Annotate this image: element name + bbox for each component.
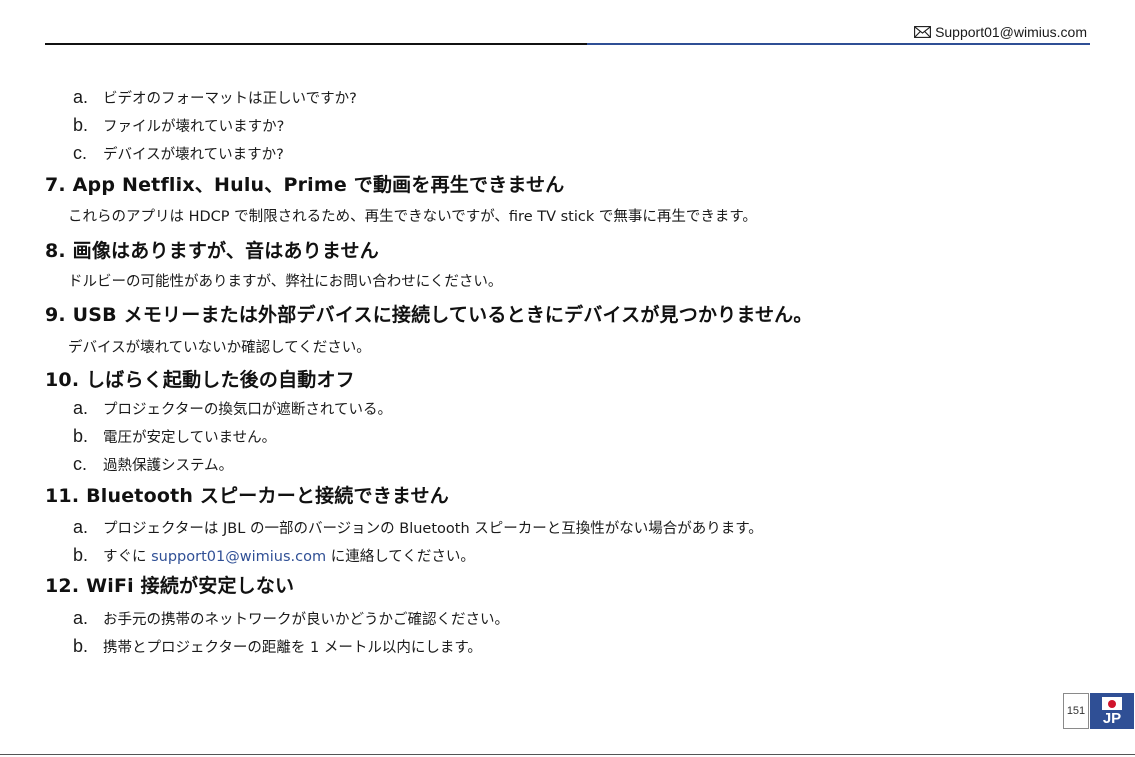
- envelope-icon: [914, 26, 932, 38]
- item-letter: b.: [73, 115, 89, 135]
- section-text-8: ドルビーの可能性がありますが、弊社にお問い合わせにください。: [68, 274, 503, 290]
- item-letter: a.: [73, 517, 89, 537]
- item-text-post: に連絡してください。: [326, 549, 475, 565]
- language-code: JP: [1102, 710, 1122, 727]
- item-letter: c.: [73, 454, 88, 474]
- list-item: c. 過熱保護システム。: [73, 454, 233, 475]
- item-letter: a.: [73, 398, 89, 418]
- list-item: a. プロジェクターは JBL の一部のバージョンの Bluetooth スピー…: [73, 517, 763, 538]
- item-text: ファイルが壊れていますか?: [103, 119, 285, 135]
- item-text: 過熱保護システム。: [103, 458, 234, 474]
- list-item: b. 電圧が安定していません。: [73, 426, 276, 447]
- item-letter: b.: [73, 426, 89, 446]
- section-heading-9: 9. USB メモリーまたは外部デバイスに接続しているときにデバイスが見つかりま…: [45, 304, 813, 326]
- language-badge: JP: [1090, 693, 1134, 729]
- list-item: b. ファイルが壊れていますか?: [73, 115, 284, 136]
- bottom-rule: [0, 754, 1135, 755]
- section-text-9: デバイスが壊れていないか確認してください。: [68, 340, 371, 356]
- item-text: プロジェクターの換気口が遮断されている。: [103, 402, 392, 418]
- section-heading-11: 11. Bluetooth スピーカーと接続できません: [45, 485, 449, 507]
- item-text: 携帯とプロジェクターの距離を 1 メートル以内にします。: [103, 640, 482, 656]
- support-email-text: Support01@wimius.com: [935, 24, 1087, 40]
- item-letter: a.: [73, 87, 89, 107]
- item-letter: b.: [73, 545, 89, 565]
- page-number: 151: [1063, 693, 1089, 729]
- section-heading-8: 8. 画像はありますが、音はありません: [45, 240, 379, 262]
- section-heading-10: 10. しばらく起動した後の自動オフ: [45, 369, 355, 391]
- item-text: デバイスが壊れていますか?: [103, 147, 284, 163]
- section-text-7: これらのアプリは HDCP で制限されるため、再生できないですが、fire TV…: [68, 209, 757, 225]
- item-letter: c.: [73, 143, 88, 163]
- item-letter: b.: [73, 636, 89, 656]
- header-rule-dark: [45, 43, 587, 45]
- list-item: b. 携帯とプロジェクターの距離を 1 メートル以内にします。: [73, 636, 482, 657]
- item-letter: a.: [73, 608, 89, 628]
- japan-flag-icon: [1102, 697, 1122, 710]
- list-item: c. デバイスが壊れていますか?: [73, 143, 284, 164]
- item-text: 電圧が安定していません。: [103, 430, 277, 446]
- list-item: b. すぐに support01@wimius.com に連絡してください。: [73, 545, 475, 566]
- item-text-pre: すぐに: [103, 549, 152, 565]
- list-item: a. お手元の携帯のネットワークが良いかどうかご確認ください。: [73, 608, 509, 629]
- item-text: ビデオのフォーマットは正しいですか?: [103, 91, 357, 107]
- list-item: a. ビデオのフォーマットは正しいですか?: [73, 87, 357, 108]
- item-text: お手元の携帯のネットワークが良いかどうかご確認ください。: [103, 612, 509, 628]
- list-item: a. プロジェクターの換気口が遮断されている。: [73, 398, 392, 419]
- header-rule-blue: [587, 43, 1090, 45]
- item-text: プロジェクターは JBL の一部のバージョンの Bluetooth スピーカーと…: [103, 521, 763, 537]
- section-heading-7: 7. App Netflix、Hulu、Prime で動画を再生できません: [45, 174, 565, 196]
- header-email: Support01@wimius.com: [914, 24, 1087, 40]
- section-heading-12: 12. WiFi 接続が安定しない: [45, 575, 295, 597]
- support-email-link[interactable]: support01@wimius.com: [151, 549, 326, 565]
